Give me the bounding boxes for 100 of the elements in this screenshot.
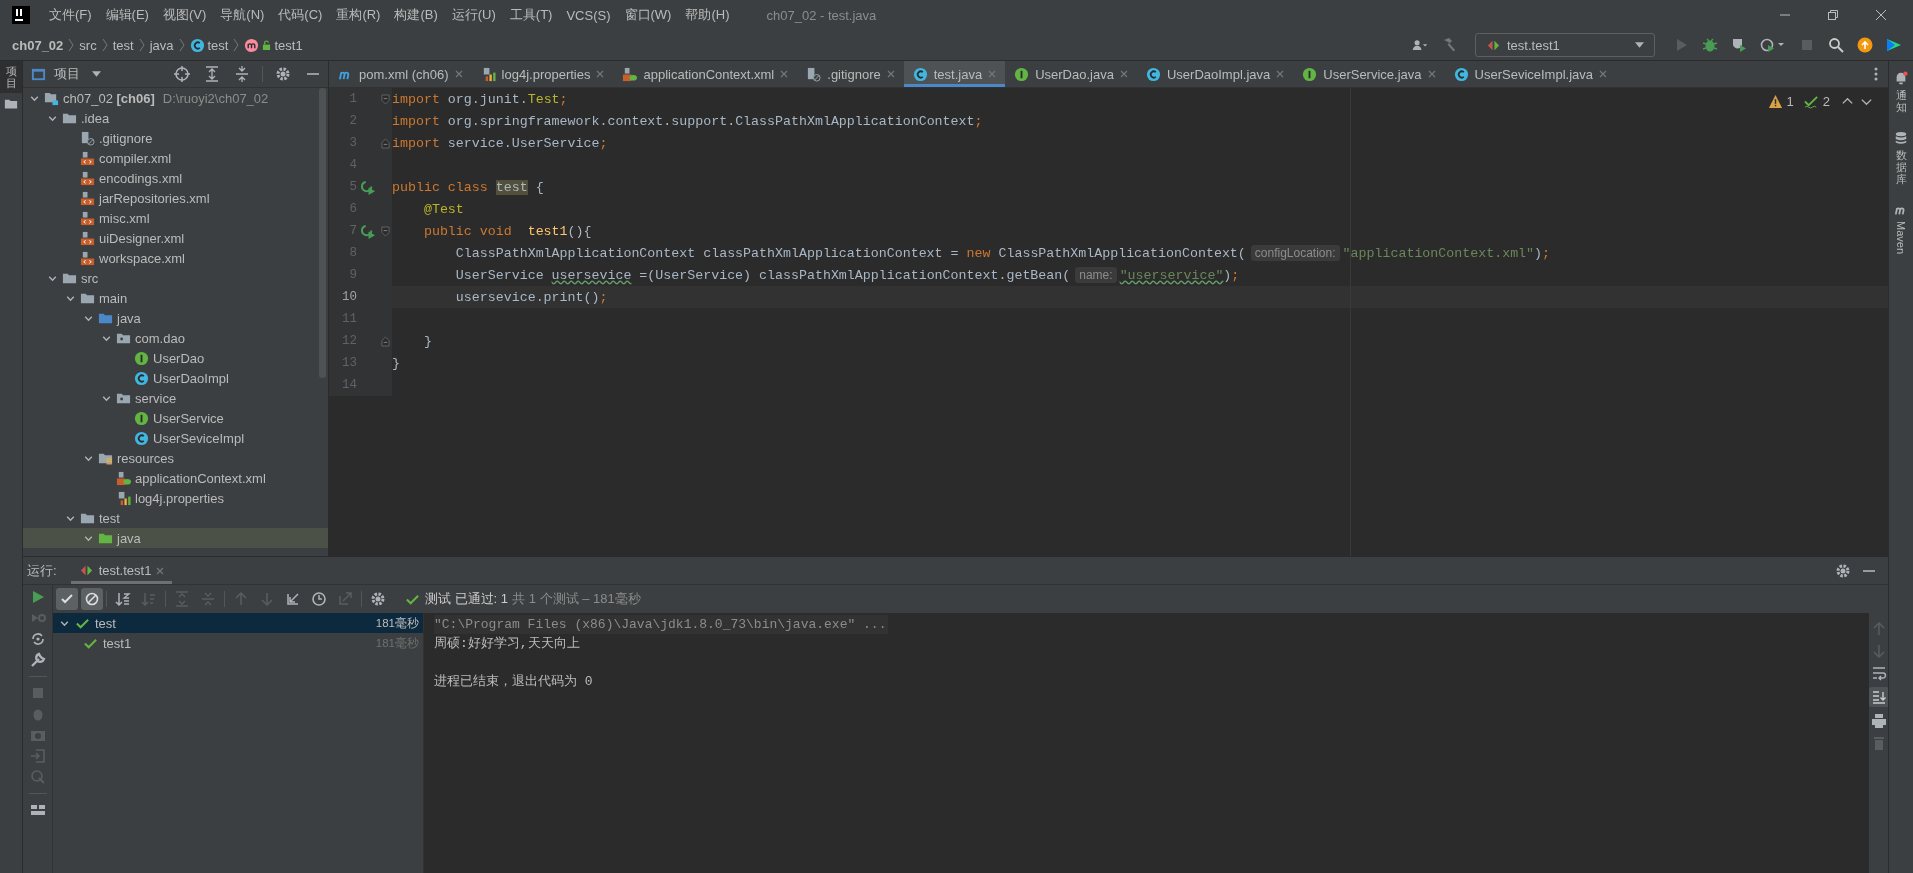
tool-window-button[interactable]: 项目 xyxy=(0,61,22,94)
menu-item[interactable]: 运行(U) xyxy=(444,6,503,24)
settings-icon[interactable] xyxy=(275,66,291,82)
close-icon[interactable] xyxy=(1599,70,1608,78)
scroll-to-end-icon[interactable] xyxy=(1868,687,1889,707)
expand-all-icon[interactable] xyxy=(204,66,220,82)
tree-row[interactable]: compiler.xml xyxy=(23,148,328,168)
tree-row[interactable]: applicationContext.xml xyxy=(23,468,328,488)
menu-item[interactable]: 工具(T) xyxy=(502,6,560,24)
tree-row[interactable]: java xyxy=(23,308,328,328)
tree-row[interactable]: test xyxy=(23,508,328,528)
tree-row[interactable]: uiDesigner.xml xyxy=(23,228,328,248)
editor-tab[interactable]: applicationContext.xml xyxy=(613,61,798,87)
close-icon[interactable] xyxy=(886,70,895,78)
tree-row[interactable]: UserService xyxy=(23,408,328,428)
soft-wrap-icon[interactable] xyxy=(1870,665,1887,681)
test-row[interactable]: test 181毫秒 xyxy=(53,613,423,633)
run-tab[interactable]: test.test1 xyxy=(70,557,173,584)
rerun-icon[interactable] xyxy=(29,631,46,647)
run-configuration-dropdown[interactable]: test.test1 xyxy=(1475,33,1655,57)
settings-icon[interactable] xyxy=(1835,562,1851,579)
check-icon[interactable] xyxy=(1803,94,1819,109)
tree-row[interactable]: main xyxy=(23,288,328,308)
tree-row[interactable]: UserDao xyxy=(23,348,328,368)
run-test-icon[interactable] xyxy=(360,223,376,239)
search-icon[interactable] xyxy=(1828,37,1844,53)
debug-icon[interactable] xyxy=(1702,37,1718,53)
show-passed-toggle[interactable] xyxy=(56,588,78,610)
breadcrumb-item[interactable]: java xyxy=(149,37,174,53)
wrench-icon[interactable] xyxy=(29,652,46,668)
history-icon[interactable] xyxy=(311,591,327,607)
tree-row[interactable]: log4j.properties xyxy=(23,488,328,508)
breadcrumb-item[interactable]: ch07_02 xyxy=(12,37,64,53)
fold-icon[interactable] xyxy=(381,137,390,149)
close-icon[interactable] xyxy=(1875,9,1887,21)
tree-row[interactable]: jarRepositories.xml xyxy=(23,188,328,208)
profiler-icon[interactable] xyxy=(1760,37,1786,53)
layout-icon[interactable] xyxy=(29,802,46,818)
breadcrumb-item[interactable]: test xyxy=(112,37,134,53)
restore-icon[interactable] xyxy=(1827,9,1839,21)
tree-row[interactable]: UserSeviceImpl xyxy=(23,428,328,448)
close-icon[interactable] xyxy=(780,70,789,78)
show-ignored-toggle[interactable] xyxy=(81,588,103,610)
tool-window-button[interactable]: 数据库 xyxy=(1894,121,1908,194)
tree-row[interactable]: encodings.xml xyxy=(23,168,328,188)
editor-tab[interactable]: .gitignore xyxy=(797,61,904,87)
close-icon[interactable] xyxy=(596,70,605,78)
breadcrumb-item[interactable]: src xyxy=(79,37,97,53)
menu-item[interactable]: 帮助(H) xyxy=(678,6,737,24)
run-test-icon[interactable] xyxy=(360,179,376,195)
locate-icon[interactable] xyxy=(174,66,190,82)
tree-row[interactable]: java xyxy=(23,528,328,548)
menu-item[interactable]: VCS(S) xyxy=(559,7,618,23)
editor-tab[interactable]: log4j.properties xyxy=(471,61,614,87)
tree-row[interactable]: workspace.xml xyxy=(23,248,328,268)
tree-row[interactable]: misc.xml xyxy=(23,208,328,228)
editor-tab[interactable]: UserDao.java xyxy=(1005,61,1137,87)
user-icon[interactable] xyxy=(1412,37,1428,53)
tool-window-button[interactable]: 通知 xyxy=(1894,61,1908,122)
fold-icon[interactable] xyxy=(381,335,390,347)
tree-row[interactable]: com.dao xyxy=(23,328,328,348)
menu-item[interactable]: 窗口(W) xyxy=(617,6,679,24)
editor-tab[interactable]: pom.xml (ch06) xyxy=(329,61,472,87)
menu-item[interactable]: 重构(R) xyxy=(329,6,388,24)
editor-tab[interactable]: UserDaoImpl.java xyxy=(1136,61,1294,87)
import-icon[interactable] xyxy=(285,591,301,607)
editor-tab[interactable]: test.java xyxy=(903,61,1006,87)
menu-item[interactable]: 导航(N) xyxy=(213,6,272,24)
coverage-icon[interactable] xyxy=(1731,37,1747,53)
close-icon[interactable] xyxy=(454,70,463,78)
editor-tab[interactable]: UserService.java xyxy=(1293,61,1445,87)
tree-row[interactable]: src xyxy=(23,268,328,288)
more-icon[interactable] xyxy=(1874,66,1878,82)
fold-icon[interactable] xyxy=(381,93,390,105)
breadcrumb-item[interactable]: test1 xyxy=(274,37,303,53)
tool-window-button[interactable]: Maven xyxy=(1894,193,1908,263)
panel-title[interactable]: 项目 xyxy=(54,65,80,83)
menu-item[interactable]: 构建(B) xyxy=(387,6,445,24)
close-icon[interactable] xyxy=(1427,70,1436,78)
menu-item[interactable]: 文件(F) xyxy=(42,6,99,24)
menu-item[interactable]: 编辑(E) xyxy=(98,6,156,24)
fold-icon[interactable] xyxy=(381,225,390,237)
caret-icon[interactable] xyxy=(92,71,101,77)
settings-icon[interactable] xyxy=(370,591,386,607)
sort-alphabetically-icon[interactable] xyxy=(115,591,131,607)
tree-row[interactable]: ch07_02 [ch06] D:\ruoyi2\ch07_02 xyxy=(23,88,328,108)
tree-row[interactable]: .idea xyxy=(23,108,328,128)
collapse-all-icon[interactable] xyxy=(234,66,250,82)
tree-row[interactable]: resources xyxy=(23,448,328,468)
editor-tab[interactable]: UserSeviceImpl.java xyxy=(1444,61,1617,87)
tree-row[interactable]: UserDaoImpl xyxy=(23,368,328,388)
menu-item[interactable]: 代码(C) xyxy=(271,6,330,24)
scrollbar[interactable] xyxy=(319,88,326,378)
toolbox-logo-icon[interactable] xyxy=(1886,37,1902,53)
print-icon[interactable] xyxy=(1870,713,1887,729)
tree-row[interactable]: service xyxy=(23,388,328,408)
menu-item[interactable]: 视图(V) xyxy=(155,6,214,24)
close-icon[interactable] xyxy=(1276,70,1285,78)
close-icon[interactable] xyxy=(1119,70,1128,78)
update-icon[interactable] xyxy=(1857,37,1873,53)
